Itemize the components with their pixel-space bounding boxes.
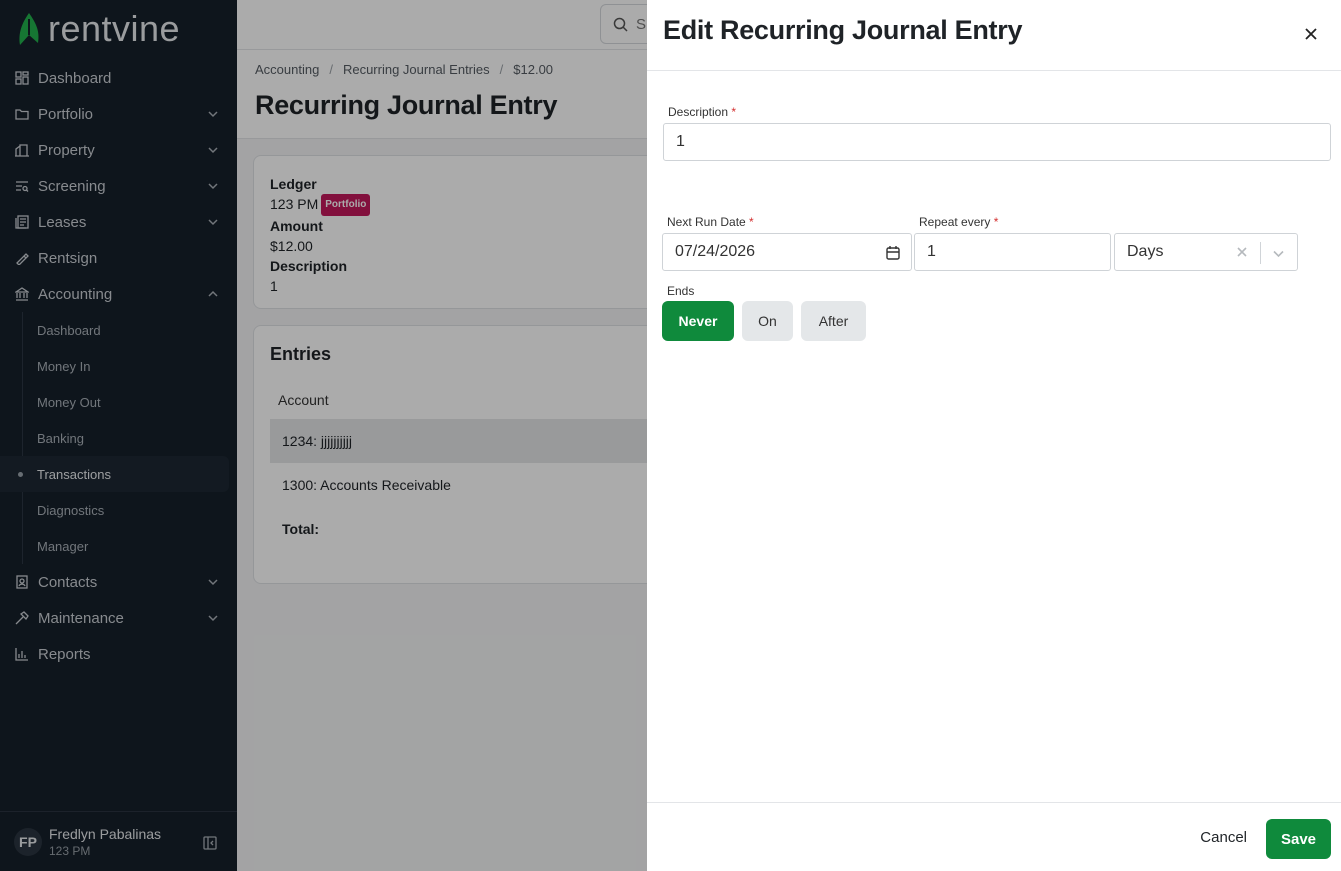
cancel-button[interactable]: Cancel (1200, 829, 1247, 846)
required-mark: * (749, 215, 754, 229)
repeat-unit-select[interactable]: Days (1114, 233, 1298, 271)
description-field-label: Description * (668, 105, 736, 119)
close-icon[interactable] (1303, 26, 1319, 42)
description-field-value: 1 (676, 133, 685, 150)
label-text: Next Run Date (667, 215, 746, 229)
select-divider (1260, 242, 1261, 264)
ends-on-button[interactable]: On (742, 301, 793, 341)
ends-label: Ends (667, 284, 695, 298)
next-run-date-value: 07/24/2026 (675, 243, 756, 260)
edit-drawer: Edit Recurring Journal Entry Description… (647, 0, 1341, 871)
chevron-down-icon[interactable] (1272, 247, 1285, 260)
repeat-every-field[interactable]: 1 (914, 233, 1111, 271)
calendar-icon[interactable] (885, 245, 901, 261)
repeat-every-value: 1 (927, 243, 936, 260)
clear-icon[interactable] (1235, 245, 1249, 259)
repeat-every-label: Repeat every * (919, 215, 998, 229)
description-field[interactable]: 1 (663, 123, 1331, 161)
ends-after-button[interactable]: After (801, 301, 866, 341)
next-run-date-label: Next Run Date * (667, 215, 754, 229)
drawer-title: Edit Recurring Journal Entry (663, 15, 1023, 45)
label-text: Repeat every (919, 215, 991, 229)
next-run-date-field[interactable]: 07/24/2026 (662, 233, 912, 271)
ends-never-button[interactable]: Never (662, 301, 734, 341)
drawer-header: Edit Recurring Journal Entry (647, 0, 1341, 71)
required-mark: * (731, 105, 737, 119)
label-text: Description (668, 105, 729, 119)
repeat-unit-value: Days (1127, 243, 1164, 260)
drawer-footer: Cancel Save (647, 802, 1341, 871)
save-button[interactable]: Save (1266, 819, 1331, 859)
required-mark: * (993, 215, 999, 229)
